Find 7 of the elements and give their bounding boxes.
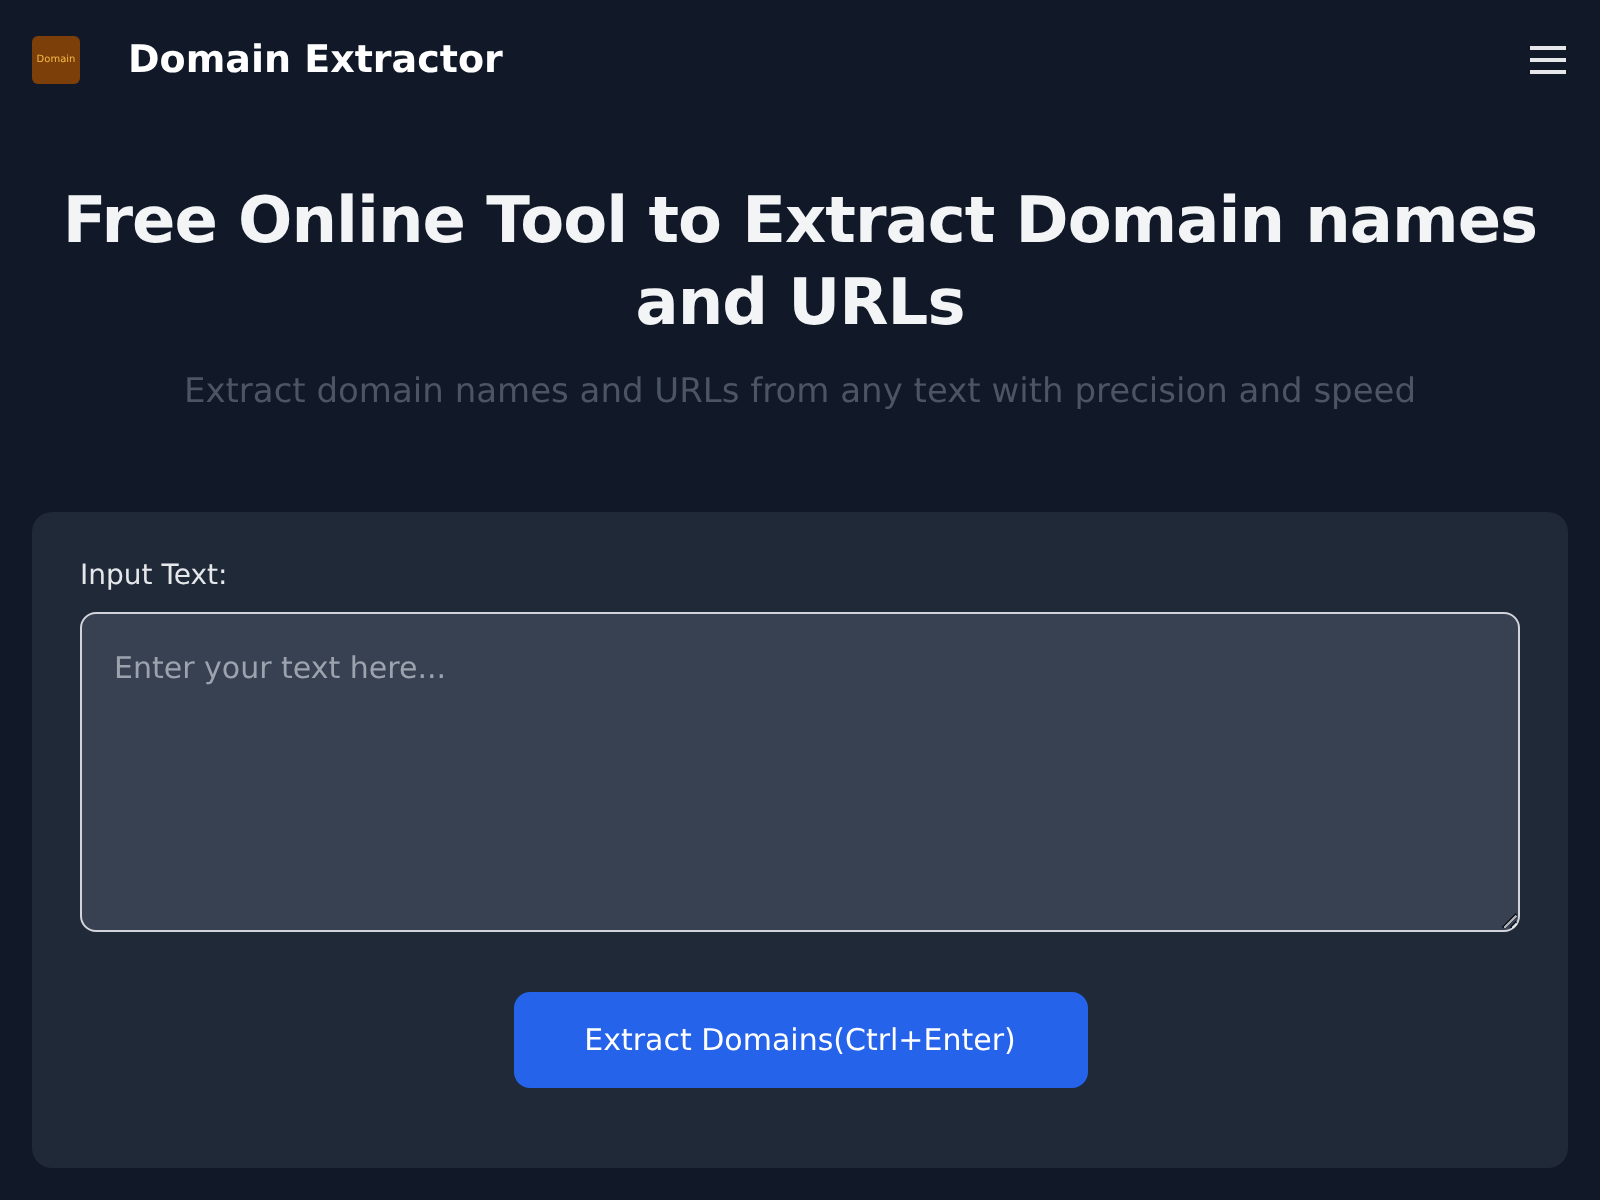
- page-subtitle: Extract domain names and URLs from any text with precision and speed: [181, 372, 1419, 412]
- app-title: Domain Extractor: [128, 38, 505, 82]
- extract-button[interactable]: Extract Domains(Ctrl+Enter): [513, 992, 1087, 1088]
- input-field[interactable]: Enter your text here...: [80, 612, 1520, 932]
- menu-icon[interactable]: [1528, 44, 1568, 76]
- input-label: Input Text:: [80, 560, 230, 592]
- page-heading: Free Online Tool to Extract Domain names and URLs: [60, 180, 1540, 344]
